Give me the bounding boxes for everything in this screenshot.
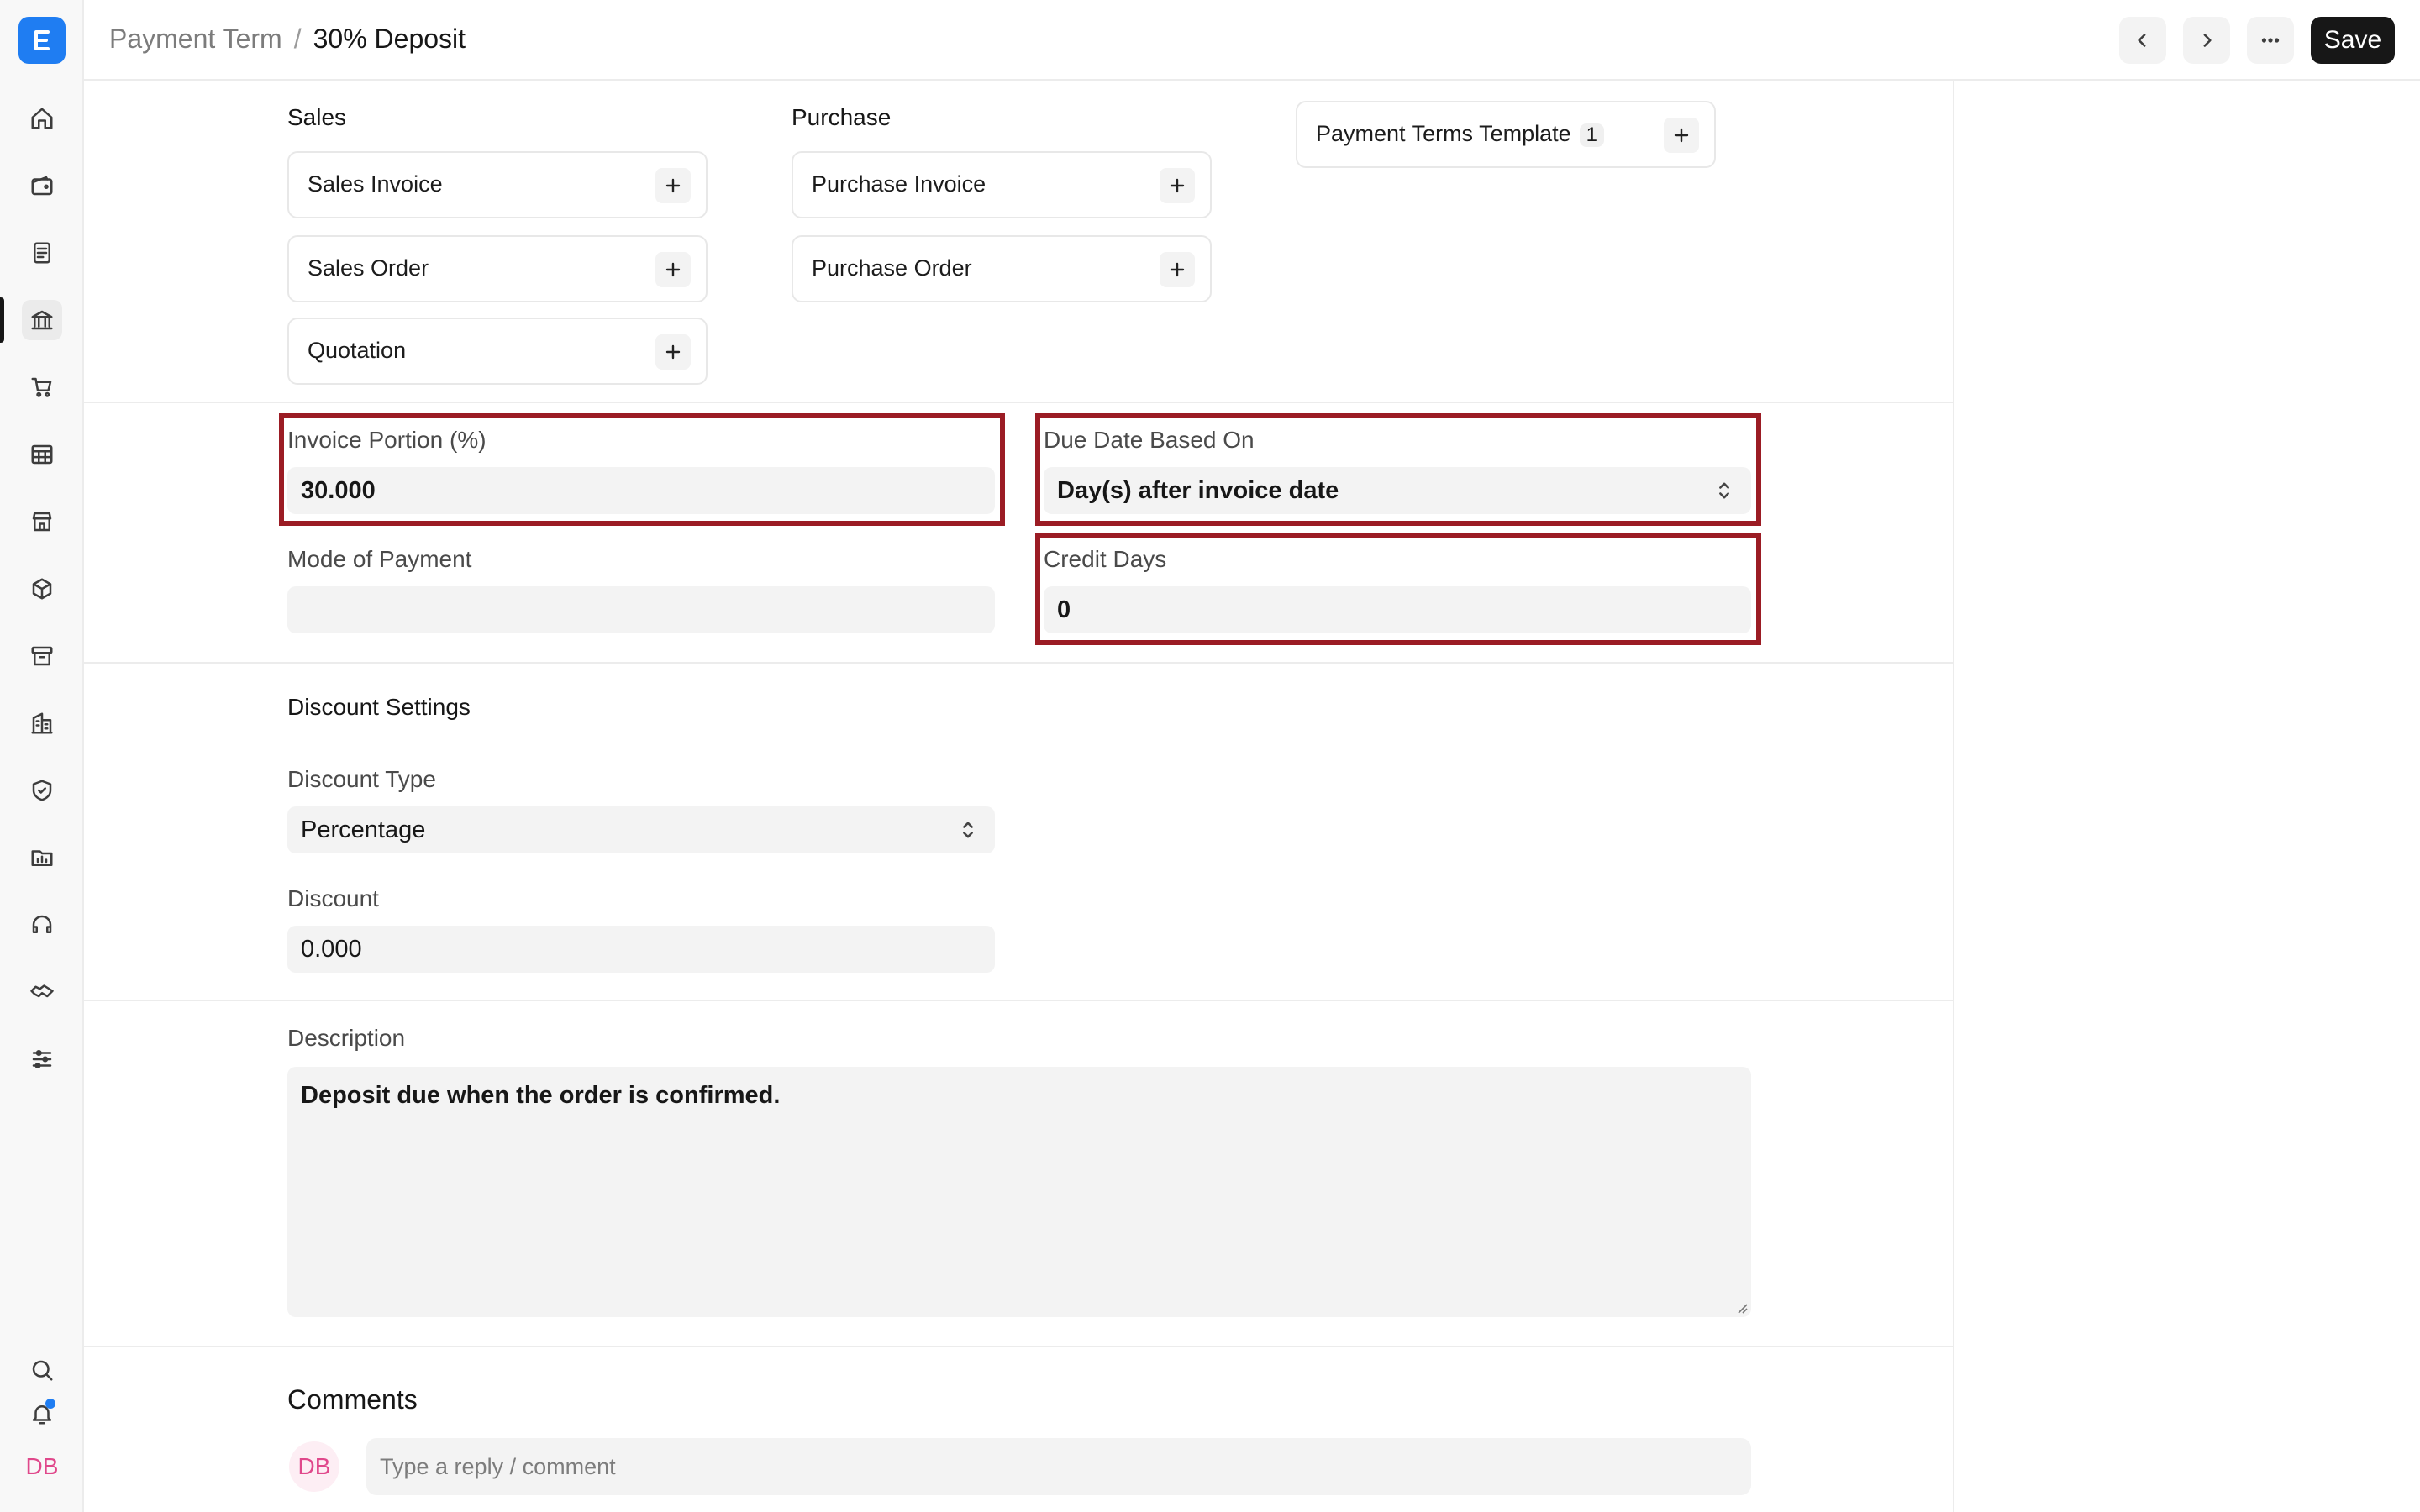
link-card-quotation[interactable]: Quotation (287, 318, 708, 385)
save-button[interactable]: Save (2311, 17, 2395, 64)
mode-of-payment-label: Mode of Payment (287, 546, 472, 572)
add-quotation-button[interactable] (655, 334, 691, 370)
mode-of-payment-input[interactable] (287, 586, 995, 633)
more-options-button[interactable] (2247, 17, 2294, 64)
sidebar: DB (0, 0, 84, 1512)
page-title: 30% Deposit (313, 24, 466, 54)
add-sales-order-button[interactable] (655, 252, 691, 287)
plus-icon (666, 178, 681, 193)
store-icon[interactable] (22, 501, 62, 542)
invoice-portion-highlight (279, 413, 1005, 526)
page-header: Payment Term / 30% Deposit Save (84, 0, 2420, 81)
bank-icon[interactable] (22, 300, 62, 340)
count-badge: 1 (1579, 123, 1604, 147)
link-card-label: Sales Order (308, 255, 429, 281)
discount-label: Discount (287, 885, 379, 911)
archive-icon[interactable] (22, 636, 62, 676)
purchase-section-title: Purchase (792, 104, 892, 130)
sliders-icon[interactable] (22, 1039, 62, 1079)
file-text-icon[interactable] (22, 233, 62, 273)
section-divider (84, 1346, 1954, 1347)
description-label: Description (287, 1025, 406, 1051)
link-card-label: Quotation (308, 338, 407, 363)
previous-button[interactable] (2119, 17, 2166, 64)
plus-icon (1170, 262, 1185, 277)
headset-icon[interactable] (22, 905, 62, 945)
app-logo-icon (34, 30, 50, 50)
link-card-label-text: Payment Terms Template (1316, 121, 1571, 146)
chevron-right-icon (2203, 34, 2212, 47)
comments-title: Comments (287, 1384, 418, 1415)
notification-dot (45, 1399, 55, 1409)
bell-icon[interactable] (22, 1394, 62, 1434)
ellipsis-icon (2261, 38, 2280, 43)
add-sales-invoice-button[interactable] (655, 168, 691, 203)
section-divider (84, 402, 1954, 403)
active-item-marker (0, 297, 4, 343)
discount-type-label: Discount Type (287, 766, 436, 792)
wallet-icon[interactable] (22, 165, 62, 206)
link-card-purchase-invoice[interactable]: Purchase Invoice (792, 151, 1212, 218)
chevron-left-icon (2138, 34, 2146, 47)
due-date-based-on-highlight (1035, 413, 1761, 526)
next-button[interactable] (2183, 17, 2230, 64)
link-card-sales-order[interactable]: Sales Order (287, 235, 708, 302)
section-divider (84, 662, 1954, 664)
plus-icon (666, 262, 681, 277)
form-body: Sales Sales Invoice Sales Order Quotatio… (84, 81, 1954, 1512)
package-icon[interactable] (22, 569, 62, 609)
cart-icon[interactable] (22, 367, 62, 407)
description-textarea[interactable]: Deposit due when the order is confirmed. (287, 1067, 1751, 1317)
credit-days-highlight (1035, 533, 1761, 645)
handshake-icon[interactable] (22, 972, 62, 1012)
chevron-up-down-icon (956, 818, 980, 842)
discount-input[interactable]: 0.000 (287, 926, 995, 973)
link-card-purchase-order[interactable]: Purchase Order (792, 235, 1212, 302)
user-avatar[interactable]: DB (22, 1446, 62, 1487)
add-payment-terms-template-button[interactable] (1664, 118, 1699, 153)
link-card-payment-terms-template[interactable]: Payment Terms Template 1 (1296, 101, 1716, 168)
section-divider (84, 1000, 1954, 1001)
folder-chart-icon[interactable] (22, 837, 62, 878)
table-icon[interactable] (22, 434, 62, 475)
link-card-label: Payment Terms Template 1 (1316, 121, 1604, 147)
discount-type-select[interactable]: Percentage (287, 806, 995, 853)
search-icon[interactable] (22, 1350, 62, 1390)
add-purchase-invoice-button[interactable] (1160, 168, 1195, 203)
shield-icon[interactable] (22, 770, 62, 811)
plus-icon (1170, 178, 1185, 193)
link-card-label: Purchase Order (812, 255, 972, 281)
home-icon[interactable] (22, 98, 62, 139)
discount-settings-title: Discount Settings (287, 694, 471, 720)
comment-avatar: DB (289, 1441, 339, 1492)
breadcrumb: Payment Term / 30% Deposit (109, 24, 466, 55)
plus-icon (1674, 128, 1689, 143)
discount-type-value: Percentage (301, 816, 426, 843)
building-icon[interactable] (22, 703, 62, 743)
sales-section-title: Sales (287, 104, 347, 130)
plus-icon (666, 344, 681, 360)
breadcrumb-separator: / (293, 24, 302, 54)
link-card-sales-invoice[interactable]: Sales Invoice (287, 151, 708, 218)
description-value: Deposit due when the order is confirmed. (301, 1082, 781, 1109)
comment-input[interactable]: Type a reply / comment (366, 1438, 1751, 1495)
add-purchase-order-button[interactable] (1160, 252, 1195, 287)
resize-grip-icon[interactable] (1734, 1300, 1748, 1314)
link-card-label: Purchase Invoice (812, 171, 986, 197)
breadcrumb-parent-link[interactable]: Payment Term (109, 24, 282, 55)
app-logo[interactable] (18, 17, 66, 64)
link-card-label: Sales Invoice (308, 171, 443, 197)
